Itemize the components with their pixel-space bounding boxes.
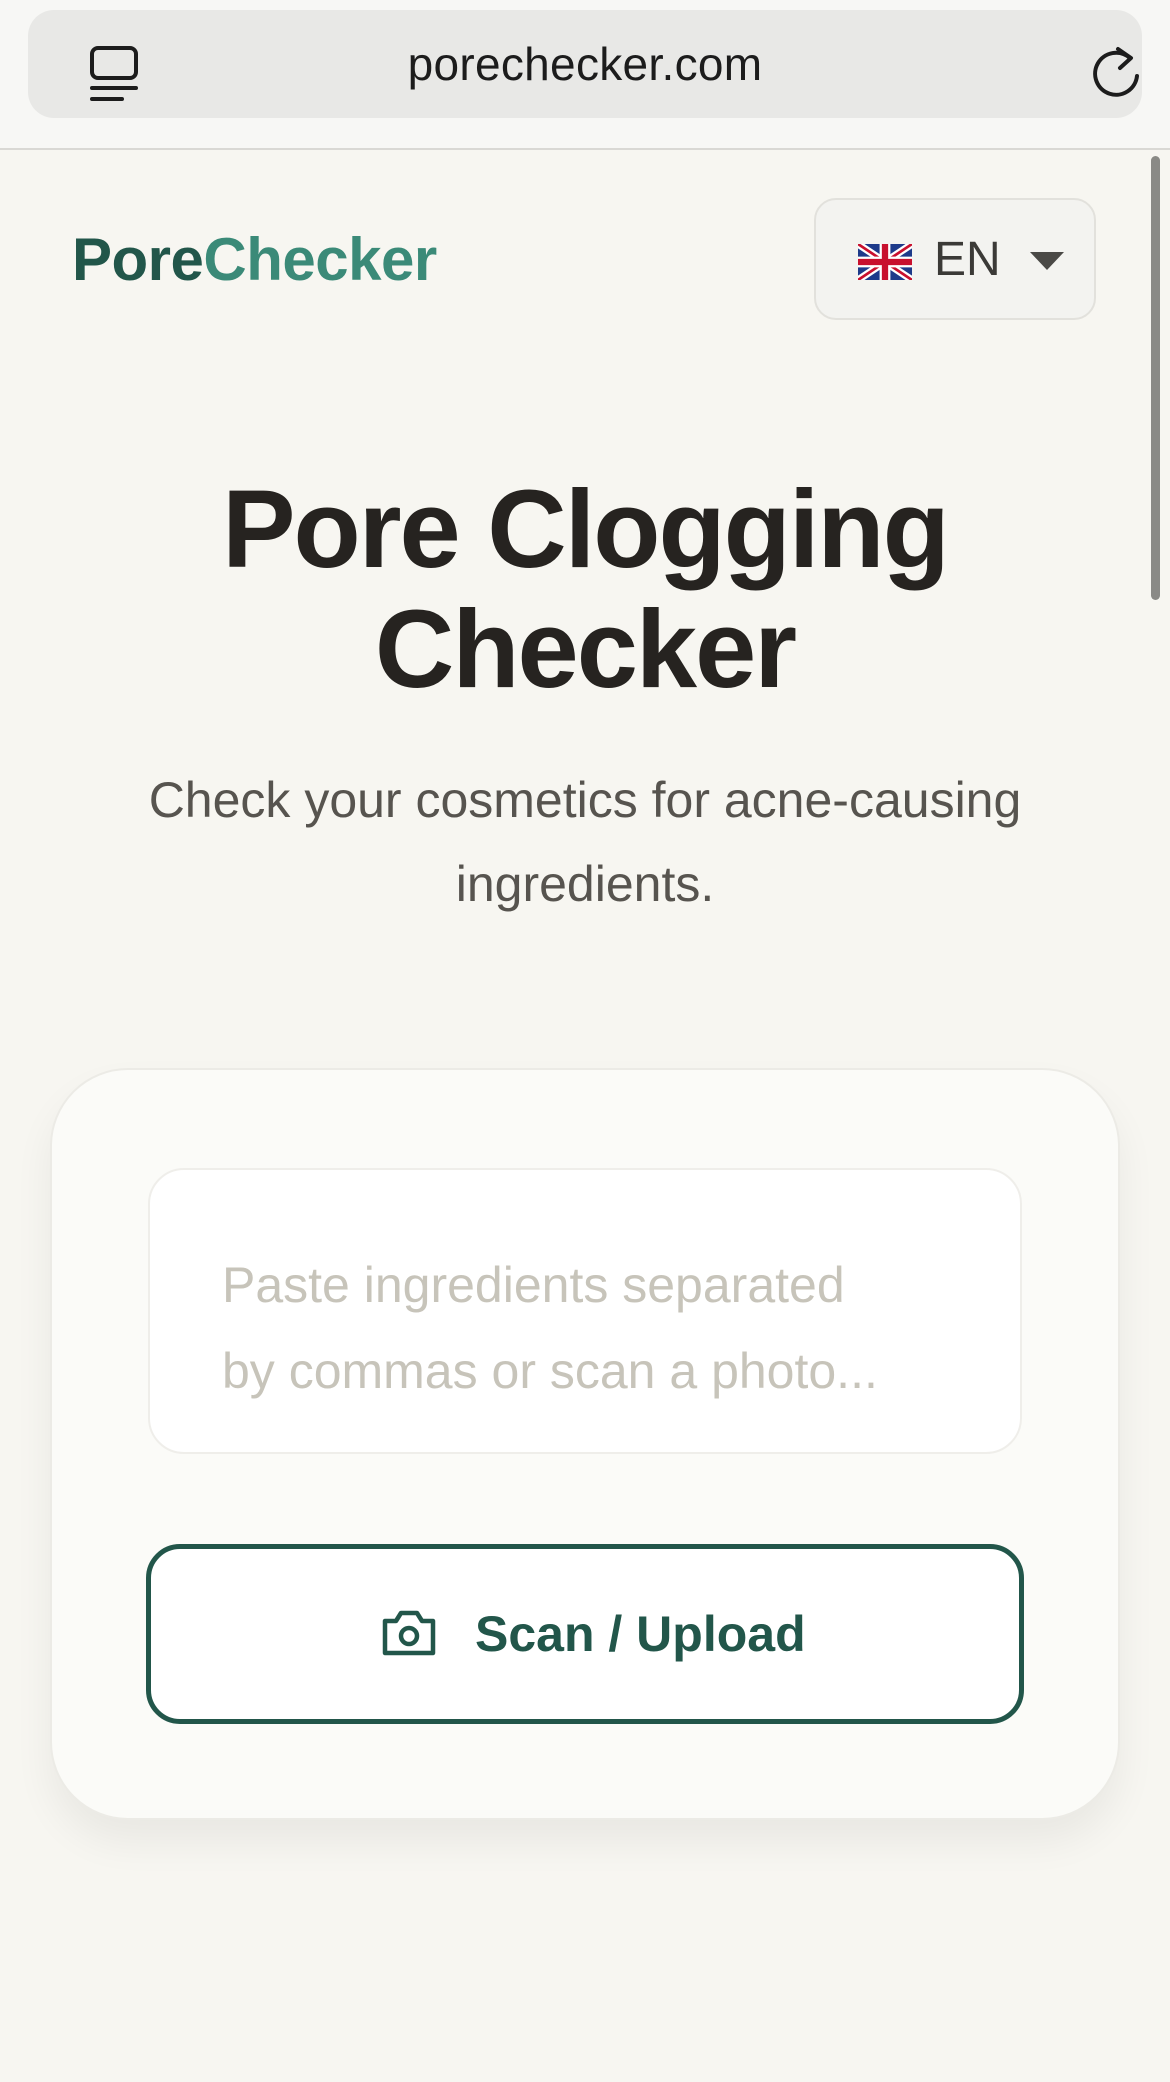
camera-icon bbox=[382, 1610, 436, 1656]
logo-part-checker: Checker bbox=[203, 226, 437, 293]
scan-upload-button[interactable]: Scan / Upload bbox=[146, 1544, 1024, 1724]
scan-upload-label: Scan / Upload bbox=[475, 1606, 806, 1662]
browser-toolbar: porechecker.com bbox=[0, 0, 1170, 150]
page-title-line-2: Checker bbox=[374, 588, 797, 711]
url-text[interactable]: porechecker.com bbox=[28, 10, 1142, 118]
language-selector[interactable]: EN bbox=[814, 198, 1096, 320]
address-bar[interactable]: porechecker.com bbox=[28, 10, 1142, 118]
caret-down-icon bbox=[1030, 252, 1064, 270]
page-title-line-1: Pore Clogging bbox=[222, 468, 950, 591]
uk-flag-icon bbox=[858, 244, 912, 280]
page-title: Pore Clogging Checker bbox=[0, 470, 1170, 710]
site-logo[interactable]: PoreChecker bbox=[72, 222, 437, 298]
ingredients-input[interactable] bbox=[148, 1168, 1022, 1454]
language-code: EN bbox=[934, 233, 1001, 286]
reload-icon[interactable] bbox=[1090, 44, 1144, 100]
logo-part-pore: Pore bbox=[72, 226, 204, 293]
page-subtitle: Check your cosmetics for acne-causing in… bbox=[148, 772, 1022, 912]
